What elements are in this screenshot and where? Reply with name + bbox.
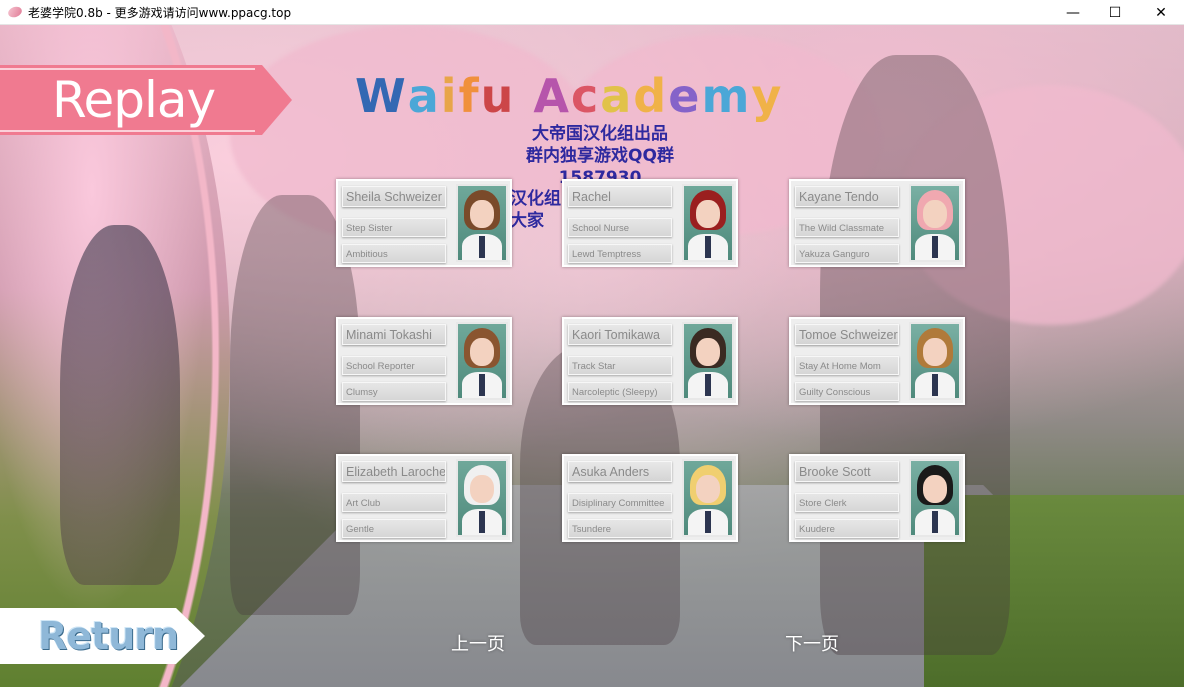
watermark-line: 大家 bbox=[510, 211, 544, 231]
character-role: Track Star bbox=[568, 356, 672, 375]
minimize-button[interactable]: — bbox=[1050, 0, 1096, 25]
character-card-minami[interactable]: Minami Tokashi School Reporter Clumsy bbox=[336, 317, 512, 405]
character-name: Kaori Tomikawa bbox=[568, 324, 672, 345]
close-button[interactable]: ✕ bbox=[1138, 0, 1184, 25]
character-name: Elizabeth Laroche bbox=[342, 461, 446, 482]
character-portrait bbox=[909, 459, 961, 537]
logo-letter: y bbox=[751, 69, 784, 123]
character-portrait bbox=[909, 322, 961, 400]
logo-letter: f bbox=[458, 69, 481, 123]
logo-letter: m bbox=[701, 69, 752, 123]
logo-letter: d bbox=[633, 69, 669, 123]
character-trait: Yakuza Ganguro bbox=[795, 244, 899, 263]
character-portrait bbox=[682, 459, 734, 537]
window-title: 老婆学院0.8b - 更多游戏请访问www.ppacg.top bbox=[28, 5, 292, 20]
character-trait: Ambitious bbox=[342, 244, 446, 263]
app-icon bbox=[6, 4, 24, 20]
logo-letter: i bbox=[440, 69, 459, 123]
character-trait: Lewd Temptress bbox=[568, 244, 672, 263]
character-trait: Tsundere bbox=[568, 519, 672, 538]
game-logo: Waifu Academy bbox=[355, 69, 783, 123]
logo-letter: e bbox=[668, 69, 702, 123]
character-card-tomoe[interactable]: Tomoe Schweizer Stay At Home Mom Guilty … bbox=[789, 317, 965, 405]
left-character-art bbox=[60, 225, 180, 585]
character-name: Tomoe Schweizer bbox=[795, 324, 899, 345]
character-name: Kayane Tendo bbox=[795, 186, 899, 207]
watermark-fragment: 汉化组 大家 bbox=[510, 188, 561, 232]
logo-letter: c bbox=[570, 69, 601, 123]
character-name: Brooke Scott bbox=[795, 461, 899, 482]
character-card-kaori[interactable]: Kaori Tomikawa Track Star Narcoleptic (S… bbox=[562, 317, 738, 405]
character-card-sheila[interactable]: Sheila Schweizer Step Sister Ambitious bbox=[336, 179, 512, 267]
character-portrait bbox=[909, 184, 961, 262]
window-titlebar: 老婆学院0.8b - 更多游戏请访问www.ppacg.top — ☐ ✕ bbox=[0, 0, 1184, 25]
logo-letter: u bbox=[480, 69, 516, 123]
character-portrait bbox=[456, 184, 508, 262]
character-role: Stay At Home Mom bbox=[795, 356, 899, 375]
character-portrait bbox=[456, 322, 508, 400]
logo-letter: W bbox=[355, 69, 408, 123]
logo-letter: A bbox=[533, 69, 571, 123]
character-card-kayane[interactable]: Kayane Tendo The Wild Classmate Yakuza G… bbox=[789, 179, 965, 267]
character-role: Store Clerk bbox=[795, 493, 899, 512]
character-portrait bbox=[682, 184, 734, 262]
previous-page-button[interactable]: 上一页 bbox=[451, 630, 505, 656]
character-card-asuka[interactable]: Asuka Anders Disiplinary Committee Tsund… bbox=[562, 454, 738, 542]
return-label: Return bbox=[38, 614, 179, 658]
character-trait: Kuudere bbox=[795, 519, 899, 538]
character-card-elizabeth[interactable]: Elizabeth Laroche Art Club Gentle bbox=[336, 454, 512, 542]
character-role: The Wild Classmate bbox=[795, 218, 899, 237]
watermark-line: 群内独享游戏QQ群 bbox=[526, 146, 674, 166]
character-portrait bbox=[456, 459, 508, 537]
character-trait: Guilty Conscious bbox=[795, 382, 899, 401]
maximize-button[interactable]: ☐ bbox=[1092, 0, 1138, 25]
logo-letter: a bbox=[600, 69, 634, 123]
character-card-brooke[interactable]: Brooke Scott Store Clerk Kuudere bbox=[789, 454, 965, 542]
logo-letter bbox=[515, 69, 533, 123]
character-trait: Narcoleptic (Sleepy) bbox=[568, 382, 672, 401]
character-role: Step Sister bbox=[342, 218, 446, 237]
game-screen: Replay Waifu Academy 大帝国汉化组出品 群内独享游戏QQ群 … bbox=[0, 25, 1184, 687]
watermark-line: 大帝国汉化组出品 bbox=[532, 124, 668, 144]
watermark-line: 汉化组 bbox=[510, 189, 561, 209]
replay-banner: Replay bbox=[0, 65, 292, 135]
character-role: Art Club bbox=[342, 493, 446, 512]
character-role: School Reporter bbox=[342, 356, 446, 375]
character-card-rachel[interactable]: Rachel School Nurse Lewd Temptress bbox=[562, 179, 738, 267]
character-name: Minami Tokashi bbox=[342, 324, 446, 345]
character-role: School Nurse bbox=[568, 218, 672, 237]
return-button[interactable]: Return bbox=[0, 608, 205, 664]
character-trait: Clumsy bbox=[342, 382, 446, 401]
character-trait: Gentle bbox=[342, 519, 446, 538]
character-role: Disiplinary Committee bbox=[568, 493, 672, 512]
character-portrait bbox=[682, 322, 734, 400]
logo-letter: a bbox=[407, 69, 441, 123]
character-name: Rachel bbox=[568, 186, 672, 207]
character-name: Sheila Schweizer bbox=[342, 186, 446, 207]
character-name: Asuka Anders bbox=[568, 461, 672, 482]
next-page-button[interactable]: 下一页 bbox=[785, 630, 839, 656]
replay-title: Replay bbox=[52, 71, 216, 129]
